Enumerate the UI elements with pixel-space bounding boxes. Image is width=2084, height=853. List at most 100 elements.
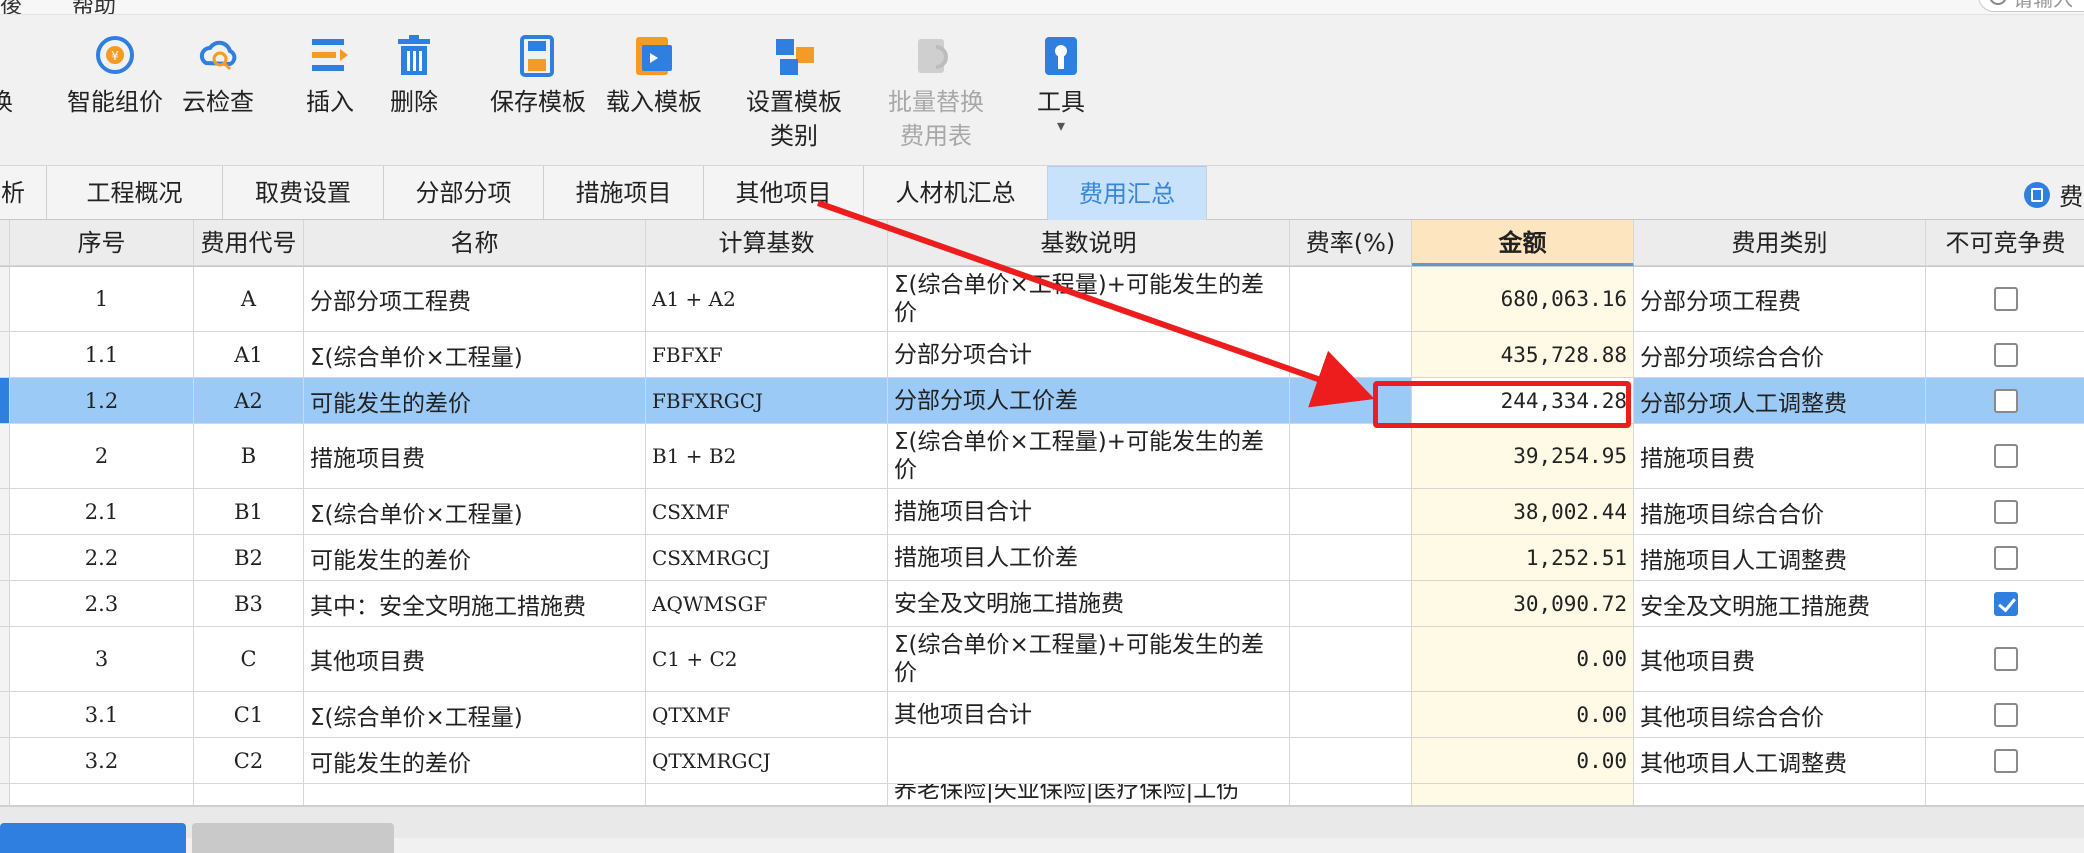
cell-desc[interactable]: 措施项目合计 bbox=[888, 489, 1290, 535]
cell-code[interactable]: B bbox=[194, 424, 304, 489]
table-row[interactable]: 3.1 C1 Σ(综合单价×工程量) QTXMF 其他项目合计 0.00 其他项目综合合价 bbox=[0, 692, 2084, 738]
noncompete-checkbox[interactable] bbox=[1993, 545, 2018, 570]
table-row[interactable]: 3 C 其他项目费 C1 + C2 Σ(综合单价×工程量)+可能发生的差价 0.00 其他项… bbox=[0, 627, 2084, 692]
cell-seq[interactable]: 2.1 bbox=[10, 489, 194, 535]
row-indicator[interactable] bbox=[0, 332, 10, 378]
tab-fee-settings[interactable]: 取费设置 bbox=[223, 166, 384, 219]
cell-code[interactable] bbox=[194, 784, 304, 805]
cell-rate[interactable] bbox=[1290, 738, 1412, 784]
header-rate[interactable]: 费率(%) bbox=[1290, 220, 1412, 266]
cell-seq[interactable]: 1 bbox=[10, 267, 194, 332]
cell-code[interactable]: A1 bbox=[194, 332, 304, 378]
cell-base[interactable]: A1 + A2 bbox=[646, 267, 888, 332]
batch-replace-button[interactable]: 批量替换 费用表 bbox=[884, 33, 988, 153]
table-row[interactable]: 2.1 B1 Σ(综合单价×工程量) CSXMF 措施项目合计 38,002.44 措施项目… bbox=[0, 489, 2084, 535]
cell-seq[interactable]: 2.2 bbox=[10, 535, 194, 581]
cell-rate[interactable] bbox=[1290, 489, 1412, 535]
cell-base[interactable] bbox=[646, 784, 888, 805]
tab-analysis[interactable]: 析 bbox=[0, 166, 47, 219]
cell-name[interactable]: 可能发生的差价 bbox=[304, 738, 646, 784]
cell-category[interactable]: 安全及文明施工措施费 bbox=[1634, 581, 1926, 627]
insert-button[interactable]: 插入 bbox=[300, 33, 360, 119]
header-amount[interactable]: 金额 bbox=[1412, 220, 1634, 266]
tab-fee-summary[interactable]: 费用汇总 bbox=[1048, 166, 1207, 220]
row-indicator[interactable] bbox=[0, 489, 10, 535]
noncompete-checkbox[interactable] bbox=[1993, 702, 2018, 727]
cell-code[interactable]: C2 bbox=[194, 738, 304, 784]
cell-base[interactable]: CSXMF bbox=[646, 489, 888, 535]
toolbar-swap-button[interactable]: 换 bbox=[0, 33, 24, 119]
cell-name[interactable]: 分部分项工程费 bbox=[304, 267, 646, 332]
cell-rate[interactable] bbox=[1290, 627, 1412, 692]
cell-amount[interactable]: 680,063.16 bbox=[1412, 267, 1634, 332]
cell-amount[interactable] bbox=[1412, 784, 1634, 805]
delete-button[interactable]: 删除 bbox=[384, 33, 444, 119]
cell-desc[interactable] bbox=[888, 738, 1290, 784]
cell-name[interactable]: 其他项目费 bbox=[304, 627, 646, 692]
tab-measures[interactable]: 措施项目 bbox=[544, 166, 704, 219]
cell-base[interactable]: FBFXRGCJ bbox=[646, 378, 888, 424]
header-code[interactable]: 费用代号 bbox=[194, 220, 304, 266]
cell-desc[interactable]: 分部分项合计 bbox=[888, 332, 1290, 378]
cell-category[interactable]: 措施项目人工调整费 bbox=[1634, 535, 1926, 581]
cloud-check-button[interactable]: 云检查 bbox=[178, 33, 258, 119]
row-indicator[interactable] bbox=[0, 424, 10, 489]
row-indicator[interactable] bbox=[0, 692, 10, 738]
cell-desc[interactable]: 养老保险|失业保险|医疗保险|工伤 bbox=[888, 784, 1290, 805]
cell-category[interactable]: 其他项目综合合价 bbox=[1634, 692, 1926, 738]
cell-desc[interactable]: 安全及文明施工措施费 bbox=[888, 581, 1290, 627]
cell-desc[interactable]: Σ(综合单价×工程量)+可能发生的差价 bbox=[888, 627, 1290, 692]
cell-seq[interactable]: 3.1 bbox=[10, 692, 194, 738]
cell-amount[interactable]: 435,728.88 bbox=[1412, 332, 1634, 378]
cell-rate[interactable] bbox=[1290, 378, 1412, 424]
cell-rate[interactable] bbox=[1290, 692, 1412, 738]
cell-code[interactable]: B3 bbox=[194, 581, 304, 627]
menu-item-0[interactable]: 後 bbox=[0, 0, 22, 14]
cell-category[interactable]: 分部分项人工调整费 bbox=[1634, 378, 1926, 424]
bottom-tab-secondary[interactable] bbox=[192, 823, 394, 853]
cell-base[interactable]: QTXMRGCJ bbox=[646, 738, 888, 784]
cell-rate[interactable] bbox=[1290, 784, 1412, 805]
cell-code[interactable]: B1 bbox=[194, 489, 304, 535]
table-row[interactable]: 3.2 C2 可能发生的差价 QTXMRGCJ 0.00 其他项目人工调整费 bbox=[0, 738, 2084, 784]
cell-amount[interactable]: 1,252.51 bbox=[1412, 535, 1634, 581]
smart-pricing-button[interactable]: ¥ 智能组价 bbox=[62, 33, 168, 119]
row-indicator[interactable] bbox=[0, 627, 10, 692]
cell-name[interactable]: 措施项目费 bbox=[304, 424, 646, 489]
row-indicator[interactable] bbox=[0, 378, 10, 424]
table-row[interactable]: 2.3 B3 其中：安全文明施工措施费 AQWMSGF 安全及文明施工措施费 30,090… bbox=[0, 581, 2084, 627]
tab-other-items[interactable]: 其他项目 bbox=[704, 166, 864, 219]
cell-desc[interactable]: Σ(综合单价×工程量)+可能发生的差价 bbox=[888, 267, 1290, 332]
cell-category[interactable]: 分部分项综合合价 bbox=[1634, 332, 1926, 378]
cell-code[interactable]: C1 bbox=[194, 692, 304, 738]
cell-name[interactable]: 可能发生的差价 bbox=[304, 378, 646, 424]
cell-name[interactable]: Σ(综合单价×工程量) bbox=[304, 692, 646, 738]
cell-code[interactable]: B2 bbox=[194, 535, 304, 581]
noncompete-checkbox[interactable] bbox=[1993, 287, 2018, 311]
cell-amount[interactable]: 30,090.72 bbox=[1412, 581, 1634, 627]
cell-name[interactable] bbox=[304, 784, 646, 805]
save-template-button[interactable]: 保存模板 bbox=[488, 33, 588, 119]
table-row[interactable]: 2.2 B2 可能发生的差价 CSXMRGCJ 措施项目人工价差 1,252.51 措施项目… bbox=[0, 535, 2084, 581]
row-indicator[interactable] bbox=[0, 535, 10, 581]
header-noncompete[interactable]: 不可竞争费 bbox=[1926, 220, 2084, 266]
tab-sub-items[interactable]: 分部分项 bbox=[384, 166, 544, 219]
cell-amount[interactable]: 0.00 bbox=[1412, 627, 1634, 692]
header-seq[interactable]: 序号 bbox=[10, 220, 194, 266]
table-row[interactable]: 1.2 A2 可能发生的差价 FBFXRGCJ 分部分项人工价差 244,334.28 分部… bbox=[0, 378, 2084, 424]
cell-base[interactable]: FBFXF bbox=[646, 332, 888, 378]
cell-base[interactable]: QTXMF bbox=[646, 692, 888, 738]
tools-button[interactable]: 工具 ▾ bbox=[1034, 33, 1088, 134]
bottom-tab-primary[interactable] bbox=[0, 823, 186, 853]
cell-category[interactable]: 分部分项工程费 bbox=[1634, 267, 1926, 332]
cell-name[interactable]: 可能发生的差价 bbox=[304, 535, 646, 581]
cell-seq[interactable]: 1.2 bbox=[10, 378, 194, 424]
noncompete-checkbox[interactable] bbox=[1993, 388, 2018, 413]
chevron-down-icon[interactable]: ▾ bbox=[1034, 118, 1088, 134]
table-row[interactable]: 1.1 A1 Σ(综合单价×工程量) FBFXF 分部分项合计 435,728.88 分部分… bbox=[0, 332, 2084, 378]
fee-panel-toggle[interactable]: 费 bbox=[2024, 177, 2083, 212]
cell-amount[interactable]: 0.00 bbox=[1412, 692, 1634, 738]
noncompete-checkbox[interactable] bbox=[1993, 499, 2018, 524]
cell-rate[interactable] bbox=[1290, 332, 1412, 378]
table-row[interactable]: 1 A 分部分项工程费 A1 + A2 Σ(综合单价×工程量)+可能发生的差价 680,0… bbox=[0, 267, 2084, 332]
